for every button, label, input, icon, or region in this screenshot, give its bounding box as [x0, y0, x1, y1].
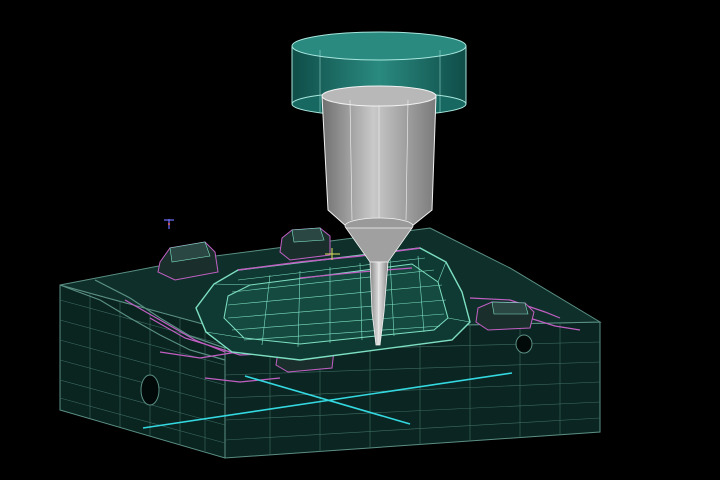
block-hole-front	[140, 374, 160, 406]
cam-3d-viewport[interactable]	[0, 0, 720, 480]
axis-triad-icon	[164, 219, 174, 229]
wireframe-scene	[59, 31, 602, 459]
tool-holder	[321, 85, 437, 235]
block-hole-right	[515, 334, 533, 354]
